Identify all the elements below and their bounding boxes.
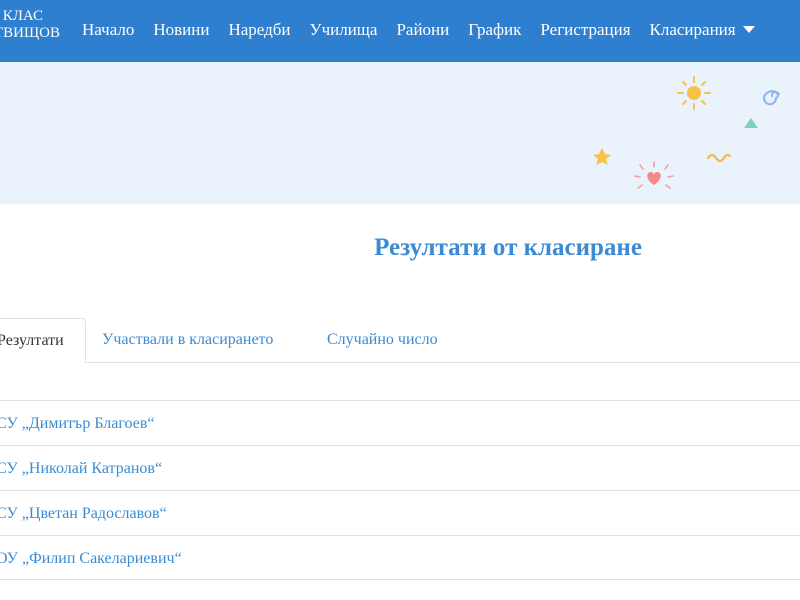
- results-list: СУ „Димитър Благоев“ СУ „Николай Катрано…: [0, 400, 800, 580]
- results-tabs: Резултати Участвали в класирането Случай…: [0, 318, 800, 363]
- tab-results[interactable]: Резултати: [0, 318, 86, 363]
- spiral-icon: [763, 90, 780, 106]
- nav-item-districts[interactable]: Райони: [396, 20, 449, 40]
- squiggle-icon: [706, 153, 732, 163]
- list-item[interactable]: СУ „Цветан Радославов“: [0, 490, 800, 535]
- list-item[interactable]: ОУ „Филип Сакелариевич“: [0, 535, 800, 580]
- nav-item-regulations[interactable]: Наредби: [228, 20, 290, 40]
- hero-banner: [0, 62, 800, 204]
- nav-item-schedule[interactable]: График: [468, 20, 521, 40]
- brand-line-1: I КЛАС: [0, 8, 44, 24]
- school-link[interactable]: ОУ „Филип Сакелариевич“: [0, 550, 182, 567]
- nav-item-schools[interactable]: Училища: [310, 20, 378, 40]
- tab-participants[interactable]: Участвали в класирането: [102, 318, 273, 363]
- list-item[interactable]: СУ „Димитър Благоев“: [0, 400, 800, 445]
- nav-item-news[interactable]: Новини: [153, 20, 209, 40]
- school-link[interactable]: СУ „Димитър Благоев“: [0, 415, 155, 432]
- nav-item-home[interactable]: Начало: [82, 20, 134, 40]
- nav-item-rankings-label: Класирания: [649, 20, 736, 39]
- triangle-icon: [744, 118, 758, 128]
- school-link[interactable]: СУ „Цветан Радославов“: [0, 505, 167, 522]
- nav-menu: Начало Новини Наредби Училища Райони Гра…: [82, 18, 755, 42]
- list-item[interactable]: СУ „Николай Катранов“: [0, 445, 800, 490]
- star-icon: [593, 148, 611, 165]
- nav-item-registration[interactable]: Регистрация: [540, 20, 630, 40]
- tab-random-number[interactable]: Случайно число: [327, 318, 438, 363]
- hero-decorations: [593, 76, 780, 189]
- caret-down-icon: [742, 26, 755, 33]
- site-brand[interactable]: I КЛАС ТВИЩОВ: [0, 8, 70, 42]
- heart-icon: [634, 161, 674, 189]
- school-link[interactable]: СУ „Николай Катранов“: [0, 460, 162, 477]
- top-navbar: I КЛАС ТВИЩОВ Начало Новини Наредби Учил…: [0, 0, 800, 62]
- page-title: Резултати от класиране: [374, 234, 642, 261]
- brand-line-2: ТВИЩОВ: [0, 25, 60, 41]
- nav-item-rankings-dropdown[interactable]: Класирания: [650, 20, 755, 40]
- sun-icon: [677, 76, 711, 110]
